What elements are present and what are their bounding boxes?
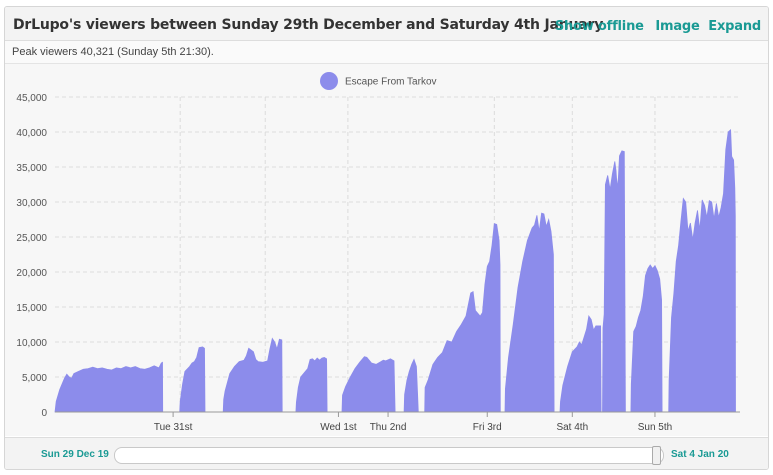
series-area-segment bbox=[559, 315, 602, 413]
y-tick-label: 40,000 bbox=[16, 128, 47, 139]
x-tick-label: Thu 2nd bbox=[370, 422, 407, 433]
range-slider-handle[interactable] bbox=[652, 446, 661, 465]
y-tick-label: 0 bbox=[41, 408, 47, 419]
series-area-segment bbox=[668, 129, 736, 413]
x-tick-label: Sat 4th bbox=[556, 422, 588, 433]
y-tick-label: 25,000 bbox=[16, 233, 47, 244]
chart-area: 0 5,000 10,000 15,000 20,000 25,000 30,000 35,0… bbox=[5, 64, 768, 436]
chart-panel: DrLupo's viewers between Sunday 29th Dec… bbox=[4, 6, 769, 470]
range-start-label: Sun 29 Dec 19 bbox=[41, 449, 109, 460]
series-area-segment bbox=[602, 150, 626, 413]
y-tick-label: 35,000 bbox=[16, 163, 47, 174]
series-area-segment bbox=[424, 223, 501, 413]
legend-marker bbox=[320, 72, 338, 90]
series-area-segment bbox=[341, 356, 396, 413]
range-navigator: Sun 29 Dec 19 Sat 4 Jan 20 bbox=[5, 437, 768, 469]
y-tick-label: 5,000 bbox=[22, 373, 47, 384]
series-area-segment bbox=[54, 361, 164, 413]
range-slider-track[interactable] bbox=[114, 447, 664, 464]
series-area-segment bbox=[630, 264, 663, 413]
x-tick-label: Wed 1st bbox=[320, 422, 357, 433]
x-tick-label: Fri 3rd bbox=[473, 422, 502, 433]
series-area-segment bbox=[295, 356, 328, 413]
x-tick-label: Tue 31st bbox=[154, 422, 193, 433]
y-tick-label: 30,000 bbox=[16, 198, 47, 209]
range-end-label: Sat 4 Jan 20 bbox=[671, 449, 729, 460]
y-tick-label: 20,000 bbox=[16, 268, 47, 279]
series-area-segment bbox=[504, 212, 555, 413]
x-tick-label: Sun 5th bbox=[638, 422, 672, 433]
y-tick-label: 15,000 bbox=[16, 303, 47, 314]
series-area-segment bbox=[179, 346, 206, 413]
viewers-chart: 0 5,000 10,000 15,000 20,000 25,000 30,000 35,0… bbox=[16, 72, 740, 433]
legend-label: Escape From Tarkov bbox=[345, 77, 437, 88]
y-tick-label: 45,000 bbox=[16, 93, 47, 104]
y-tick-label: 10,000 bbox=[16, 338, 47, 349]
series-area-segment bbox=[222, 337, 283, 413]
series-area-segment bbox=[403, 358, 419, 413]
